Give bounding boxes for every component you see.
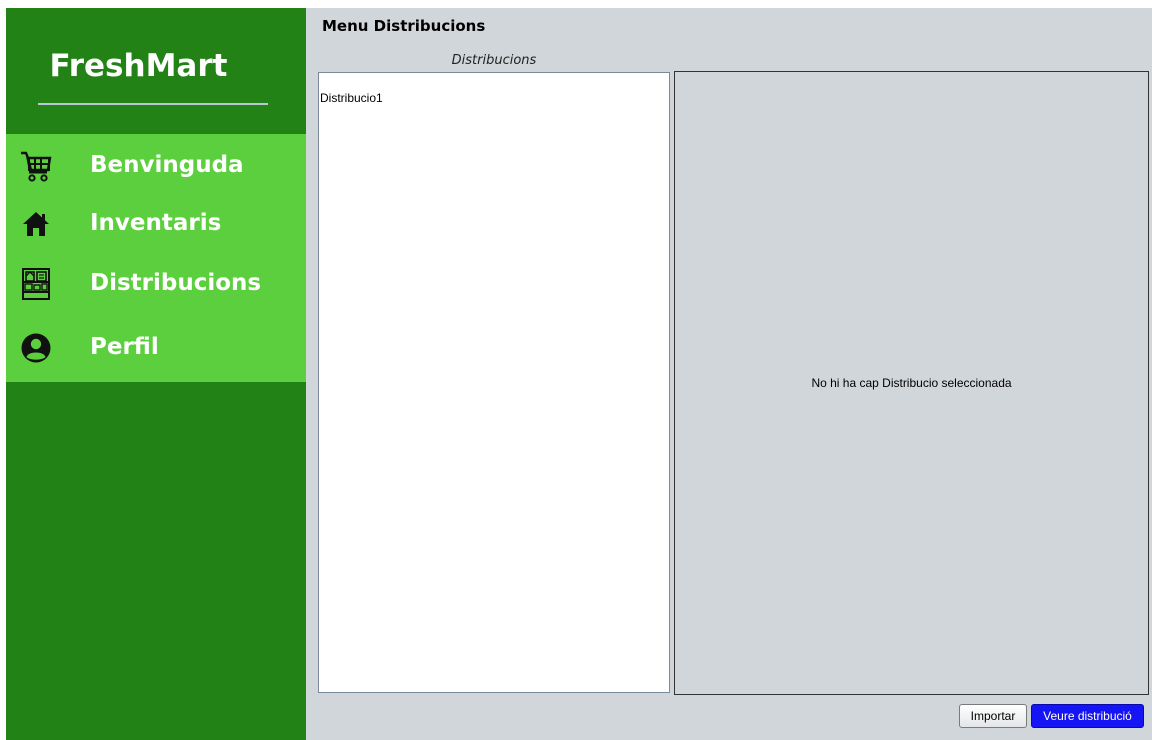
sidebar-item-label: Inventaris [90, 210, 222, 236]
sidebar-item-label: Perfil [90, 334, 159, 360]
page-title: Menu Distribucions [322, 17, 486, 35]
sidebar-nav: Benvinguda Inventaris Distribucions Perf… [6, 134, 306, 382]
brand-divider [38, 103, 268, 105]
empty-selection-message: No hi ha cap Distribucio seleccionada [811, 376, 1012, 390]
shopping-cart-icon [21, 151, 52, 182]
brand-title: FreshMart [49, 48, 228, 84]
shelf-icon [22, 268, 50, 300]
sidebar-item-distribucions[interactable]: Distribucions [6, 258, 306, 308]
import-button[interactable]: Importar [959, 704, 1027, 728]
distribution-preview: No hi ha cap Distribucio seleccionada [674, 71, 1149, 695]
list-caption: Distribucions [451, 53, 537, 68]
sidebar-item-benvinguda[interactable]: Benvinguda [6, 140, 306, 190]
list-item[interactable]: Distribucio1 [320, 91, 383, 105]
distribution-list[interactable]: Distribucio1 [318, 72, 670, 693]
sidebar: FreshMart Benvinguda Inventaris Distribu… [6, 8, 306, 740]
sidebar-item-label: Distribucions [90, 270, 262, 296]
sidebar-item-perfil[interactable]: Perfil [6, 322, 306, 372]
sidebar-item-label: Benvinguda [90, 152, 244, 178]
app-window: FreshMart Benvinguda Inventaris Distribu… [6, 8, 1152, 740]
user-profile-icon [21, 333, 51, 363]
sidebar-item-inventaris[interactable]: Inventaris [6, 198, 306, 248]
view-distribution-button[interactable]: Veure distribució [1031, 704, 1144, 728]
home-icon [23, 212, 49, 236]
